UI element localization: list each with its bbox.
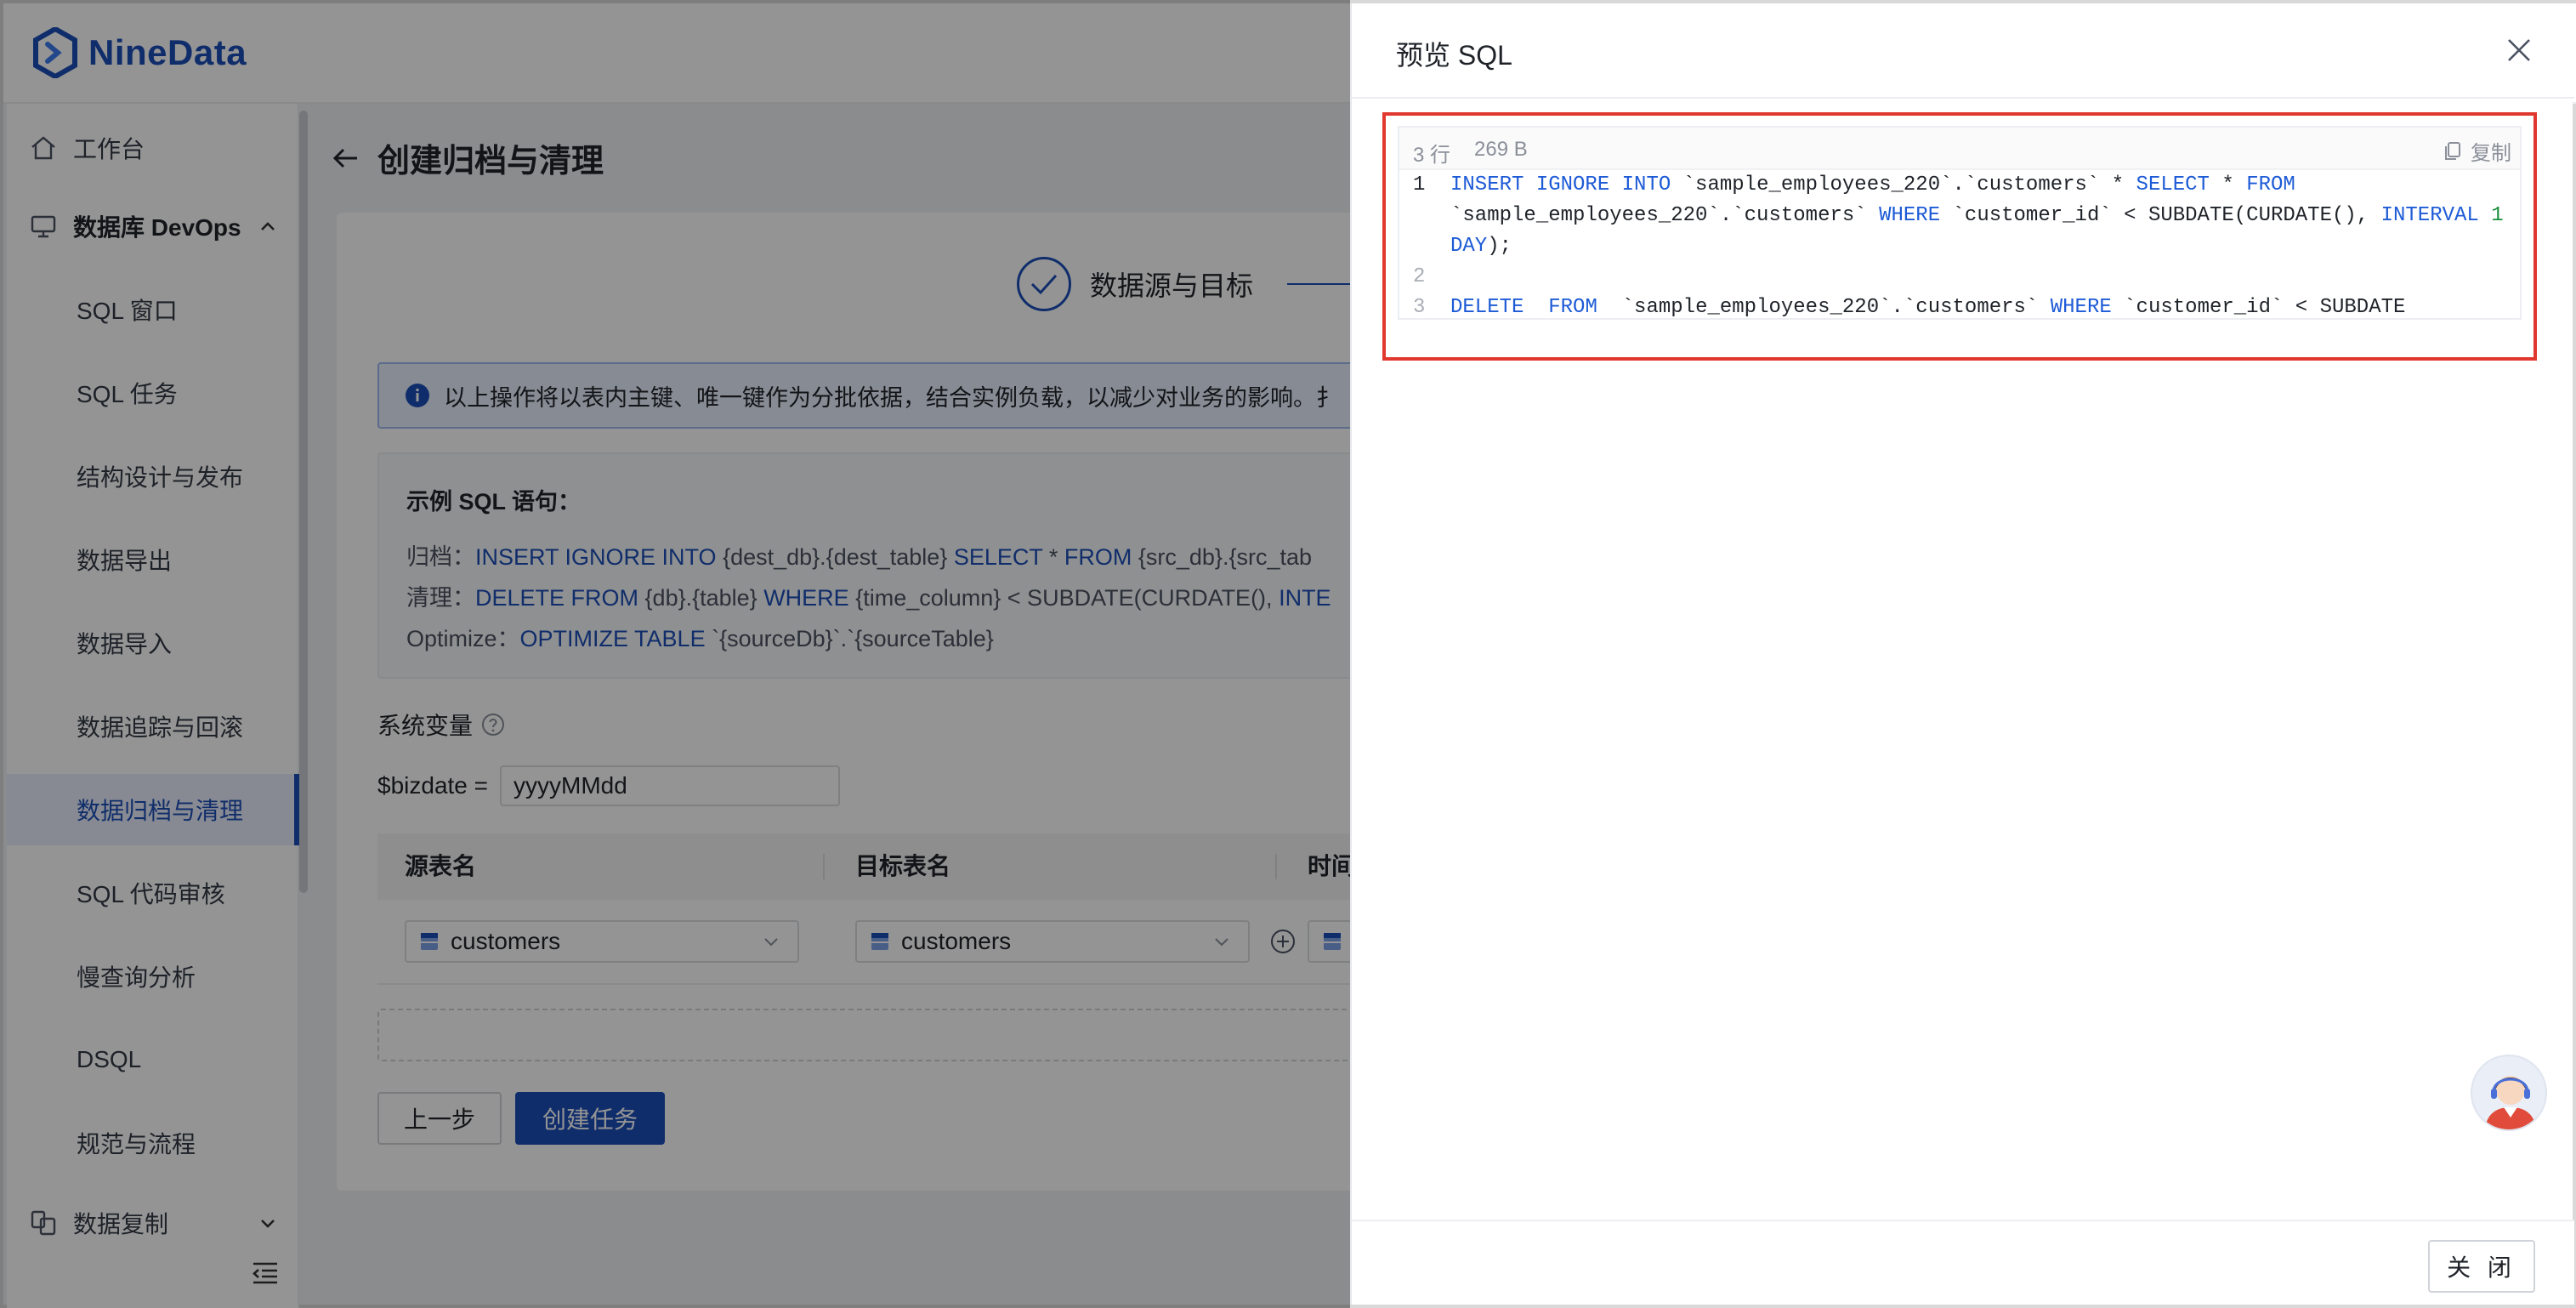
support-agent-icon (2484, 1076, 2537, 1129)
drawer-footer: 关 闭 (1352, 1220, 2574, 1305)
code-text: INSERT IGNORE INTO `sample_employees_220… (1450, 170, 2505, 262)
drawer-header: 预览 SQL (1352, 3, 2574, 99)
copy-icon (2445, 141, 2460, 160)
sql-keyword: DELETE (1450, 296, 1524, 319)
support-avatar-icon[interactable] (2471, 1055, 2547, 1131)
sql-keyword: INSERT IGNORE INTO (1450, 173, 1671, 196)
sql-text: ); (1487, 235, 1512, 258)
close-icon[interactable] (2506, 37, 2532, 63)
sql-code-panel: 3 行 269 B 复制 1 INSERT IGNORE INTO `sampl… (1398, 126, 2522, 320)
code-text: DELETE FROM `sample_employees_220`.`cust… (1450, 293, 2505, 319)
line-number: 1 (1413, 173, 1426, 196)
sql-keyword: INTERVAL (2380, 204, 2479, 227)
code-line: 1 INSERT IGNORE INTO `sample_employees_2… (1399, 170, 2520, 262)
copy-button[interactable]: 复制 (2443, 136, 2511, 166)
preview-sql-drawer: 预览 SQL 3 行 269 B 复制 1 INSERT IGNORE INTO… (1350, 3, 2574, 1305)
sql-keyword: FROM (1548, 296, 1597, 319)
sql-keyword: SELECT (2136, 173, 2210, 196)
drawer-mask[interactable] (0, 0, 1350, 1308)
drawer-title: 预览 SQL (1396, 40, 1512, 71)
line-number: 3 (1413, 296, 1426, 319)
copy-label: 复制 (2471, 142, 2511, 165)
sql-text: `sample_employees_220`.`customers` * (1671, 173, 2136, 196)
code-meta-bar: 3 行 269 B 复制 (1399, 128, 2520, 170)
sql-keyword: DAY (1450, 235, 1488, 258)
sql-text: * (2209, 173, 2247, 196)
line-number: 2 (1413, 265, 1426, 288)
line-count: 3 行 (1413, 144, 1451, 167)
byte-size: 269 B (1474, 138, 1528, 161)
sql-text: `customer_id` < SUBDATE(CURDATE(), (1940, 204, 2381, 227)
sql-keyword: WHERE (1879, 204, 1941, 227)
sql-keyword: WHERE (2050, 296, 2112, 319)
code-body[interactable]: 1 INSERT IGNORE INTO `sample_employees_2… (1399, 170, 2520, 319)
sql-text: `sample_employees_220`.`customers` (1597, 296, 2051, 319)
code-line: 3 DELETE FROM `sample_employees_220`.`cu… (1399, 293, 2520, 319)
sql-keyword: FROM (2246, 173, 2295, 196)
sql-text: `customer_id` < SUBDATE (2111, 296, 2406, 319)
sql-number: 1 (2491, 204, 2504, 227)
close-button[interactable]: 关 闭 (2428, 1240, 2535, 1293)
code-line: 2 (1399, 262, 2520, 293)
